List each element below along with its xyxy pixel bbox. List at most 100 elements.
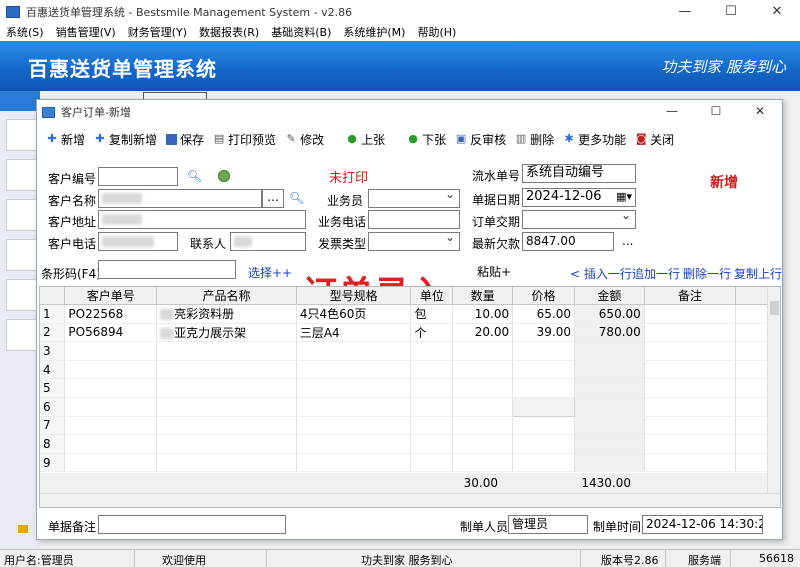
calendar-icon[interactable]: ▦▾ [616,189,632,204]
menu-help[interactable]: 帮助(H) [411,24,462,40]
copy-add-button[interactable]: ✚ 复制新增 [94,128,157,150]
table-row[interactable]: 2 PO56894 亚克力展示架 三层A4 个 20.00 39.00 780.… [40,323,780,343]
cell-spec[interactable]: 三层A4 [296,323,412,343]
cell-qty[interactable]: 20.00 [452,323,514,343]
scroll-thumb[interactable] [770,301,779,315]
delete-button[interactable]: ▥ 删除 [515,128,554,150]
table-row[interactable]: 8 [40,434,780,454]
unapprove-button[interactable]: ▣ 反审核 [455,128,506,150]
close-button[interactable]: ✕ [754,0,800,23]
maker-input[interactable]: 管理员 [508,515,588,534]
dialog-minimize-button[interactable]: — [650,100,694,122]
add-button[interactable]: ✚ 新增 [46,128,85,150]
invoice-type-select[interactable] [368,232,460,251]
cell-price[interactable]: 39.00 [512,323,575,343]
col-qty[interactable]: 数量 [452,287,514,305]
col-spec[interactable]: 型号规格 [296,287,412,305]
sales-phone-input[interactable] [368,210,460,229]
cell-order-no[interactable]: PO56894 [64,323,158,343]
menu-reports[interactable]: 数据报表(R) [193,24,265,40]
delete-row-link[interactable]: 删除一行 [683,265,731,282]
customer-name-input[interactable] [98,189,262,208]
cell-remark[interactable] [644,304,737,324]
cell-unit[interactable]: 个 [410,323,454,343]
total-qty: 30.00 [463,476,498,490]
col-price[interactable]: 价格 [512,287,575,305]
maximize-button[interactable]: ☐ [708,0,754,23]
cell-order-no[interactable]: PO22568 [64,304,158,324]
salesman-select[interactable] [368,189,460,208]
cell-remark[interactable] [644,323,737,343]
cell-product-name[interactable]: 亮彩资料册 [156,304,297,324]
customer-phone-input[interactable] [98,232,178,251]
copy-row-link[interactable]: 复制上行 [734,265,782,282]
customer-address-input[interactable] [98,210,306,229]
refresh-icon[interactable] [218,170,230,182]
table-row[interactable]: 5 [40,378,780,398]
left-nav-item[interactable] [6,119,40,151]
customer-no-input[interactable] [98,167,178,186]
cell-product-name[interactable]: 亚克力展示架 [156,323,297,343]
dialog-maximize-button[interactable]: ☐ [694,100,738,122]
col-amount[interactable]: 金额 [574,287,645,305]
col-remark[interactable]: 备注 [644,287,737,305]
debt-detail-button[interactable]: ... [622,234,633,248]
menu-sales[interactable]: 销售管理(V) [50,24,122,40]
cell-qty[interactable]: 10.00 [452,304,514,324]
contact-input[interactable] [230,232,306,251]
print-preview-button[interactable]: ▤ 打印预览 [213,128,276,150]
serial-no-input[interactable]: 系统自动编号 [522,164,636,183]
left-nav-item[interactable] [6,279,40,311]
barcode-input[interactable] [98,260,236,279]
close-doc-icon: ◙ [635,132,647,145]
prev-button[interactable]: ● 上张 [346,128,385,150]
table-row[interactable]: 4 [40,360,780,380]
append-row-link[interactable]: 追加一行 [632,265,680,282]
left-nav-item[interactable] [6,319,40,351]
customer-search-icon[interactable]: 🔍︎ [289,191,304,205]
doc-date-input[interactable]: 2024-12-06 ▦▾ [522,188,636,207]
table-row[interactable]: 1 PO22568 亮彩资料册 4只4色60页 包 10.00 65.00 65… [40,304,780,324]
next-button[interactable]: ● 下张 [407,128,446,150]
sales-phone-label: 业务电话 [318,215,367,229]
row-number: 5 [40,378,66,398]
paste-link[interactable]: 粘贴+ [477,263,511,280]
dialog-close-button[interactable]: ✕ [738,100,782,122]
grid-horizontal-scrollbar[interactable] [40,493,780,507]
select-link[interactable]: 选择++ [248,264,292,281]
table-row[interactable]: 6 [40,396,780,417]
search-icon[interactable]: 🔍︎ [187,169,202,183]
customer-picker-button[interactable]: ... [262,189,284,208]
doc-remark-input[interactable] [98,515,286,534]
delete-label: 删除 [530,132,555,147]
col-product-name[interactable]: 产品名称 [156,287,297,305]
menu-finance[interactable]: 财务管理(Y) [122,24,193,40]
minimize-button[interactable]: — [662,0,708,23]
latest-debt-input[interactable]: 8847.00 [522,232,614,251]
menu-system[interactable]: 系统(S) [0,24,50,40]
close-doc-button[interactable]: ◙ 关闭 [635,128,674,150]
app-icon [6,5,20,18]
table-row[interactable]: 9 [40,453,780,473]
menu-maintenance[interactable]: 系统维护(M) [337,24,411,40]
grid-vertical-scrollbar[interactable] [767,287,780,493]
cell-unit[interactable]: 包 [410,304,454,324]
left-nav-item[interactable] [6,199,40,231]
table-row[interactable]: 3 [40,341,780,361]
make-time-input[interactable]: 2024-12-06 14:30:26 [642,515,763,534]
save-button[interactable]: 保存 [166,128,204,150]
table-row[interactable]: 7 [40,416,780,436]
customer-address-label: 客户地址 [48,215,97,229]
cell-price[interactable]: 65.00 [512,304,575,324]
cell-spec[interactable]: 4只4色60页 [296,304,412,324]
insert-row-link[interactable]: < 插入一行 [570,265,632,282]
edit-button[interactable]: ✎ 修改 [285,128,324,150]
more-functions-button[interactable]: ✱ 更多功能 [563,128,627,150]
left-nav-item[interactable] [6,239,40,271]
left-nav-item[interactable] [6,159,40,191]
delivery-date-select[interactable] [522,210,636,229]
menu-basic-data[interactable]: 基础资料(B) [265,24,337,40]
copy-add-label: 复制新增 [109,132,158,147]
col-order-no[interactable]: 客户单号 [64,287,158,305]
col-unit[interactable]: 单位 [410,287,454,305]
